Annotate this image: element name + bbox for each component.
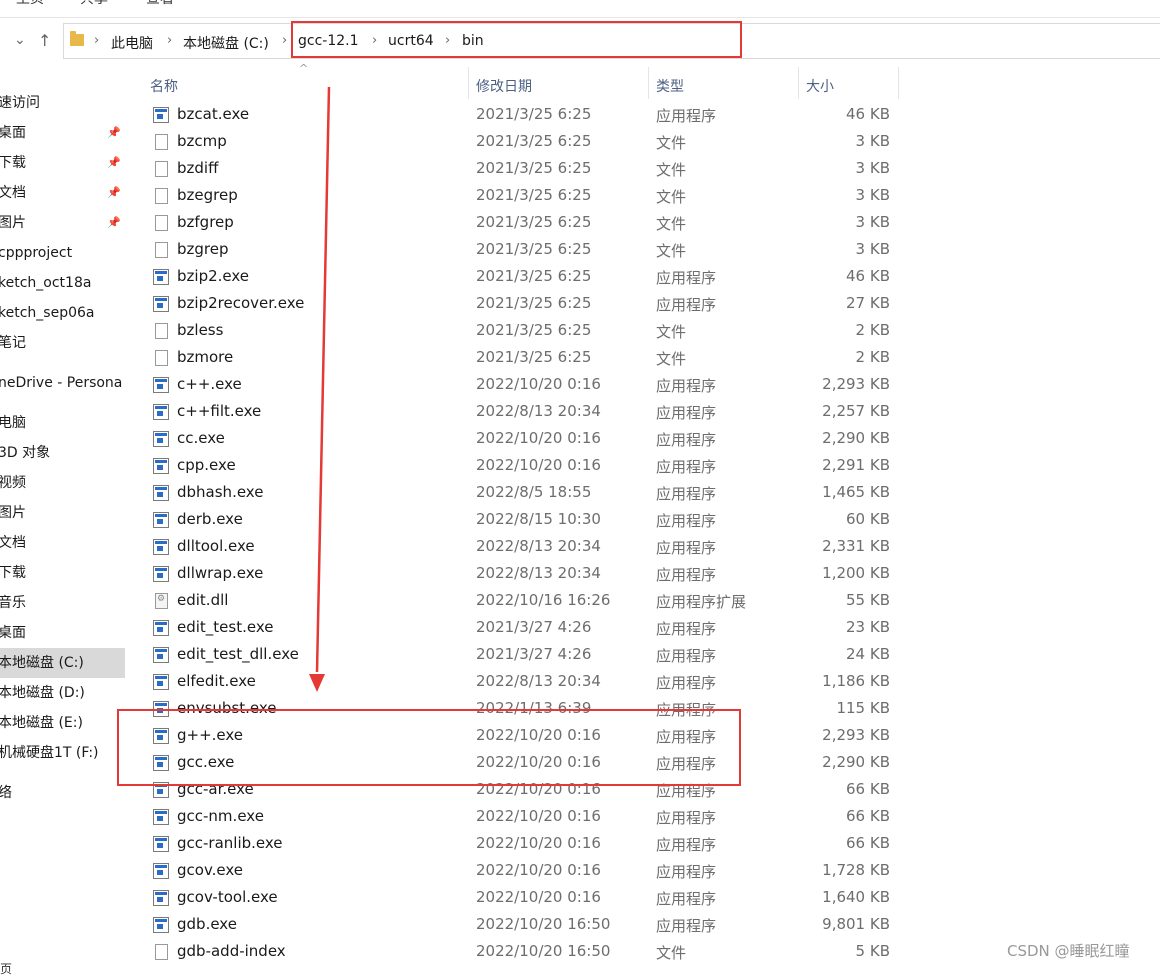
rows-highlight-box	[117, 709, 741, 786]
watermark: CSDN @睡眠红瞳	[1007, 942, 1130, 960]
annotation-arrow	[309, 86, 331, 692]
